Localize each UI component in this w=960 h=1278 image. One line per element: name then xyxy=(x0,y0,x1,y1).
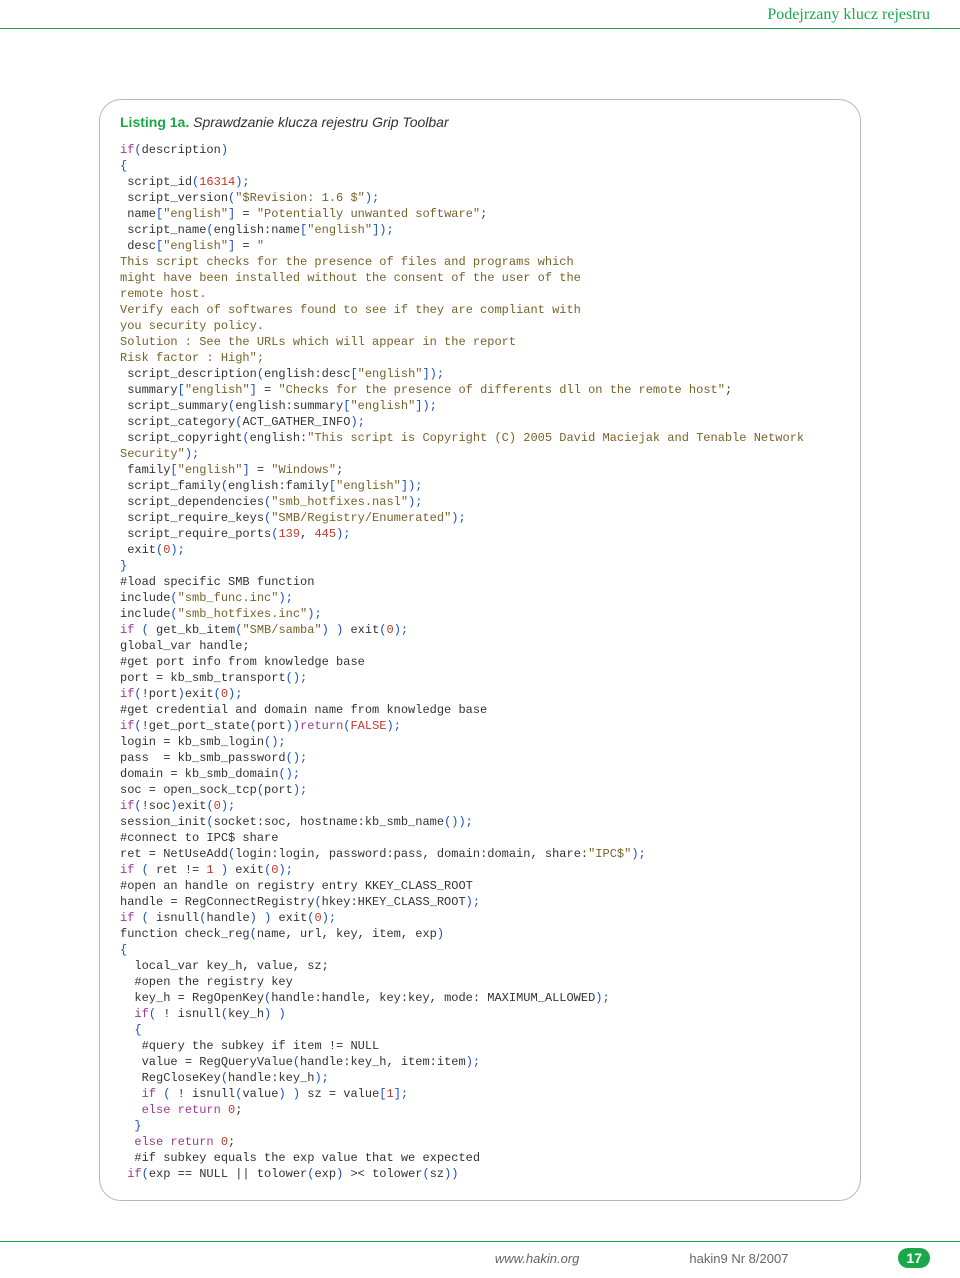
source-code: if(description) { script_id(16314); scri… xyxy=(120,142,840,1182)
page-header: Podejrzany klucz rejestru xyxy=(0,0,960,29)
footer-page-number: 17 xyxy=(898,1248,930,1268)
page-footer: www.hakin.org hakin9 Nr 8/2007 17 xyxy=(0,1241,960,1278)
footer-issue: hakin9 Nr 8/2007 xyxy=(689,1251,788,1266)
header-title: Podejrzany klucz rejestru xyxy=(767,6,930,23)
page-body: Listing 1a. Sprawdzanie klucza rejestru … xyxy=(0,29,960,1201)
listing-label: Listing 1a. xyxy=(120,114,189,130)
listing-caption: Sprawdzanie klucza rejestru Grip Toolbar xyxy=(193,114,449,130)
footer-url: www.hakin.org xyxy=(495,1251,580,1266)
code-listing-box: Listing 1a. Sprawdzanie klucza rejestru … xyxy=(99,99,861,1201)
listing-title: Listing 1a. Sprawdzanie klucza rejestru … xyxy=(120,114,840,130)
